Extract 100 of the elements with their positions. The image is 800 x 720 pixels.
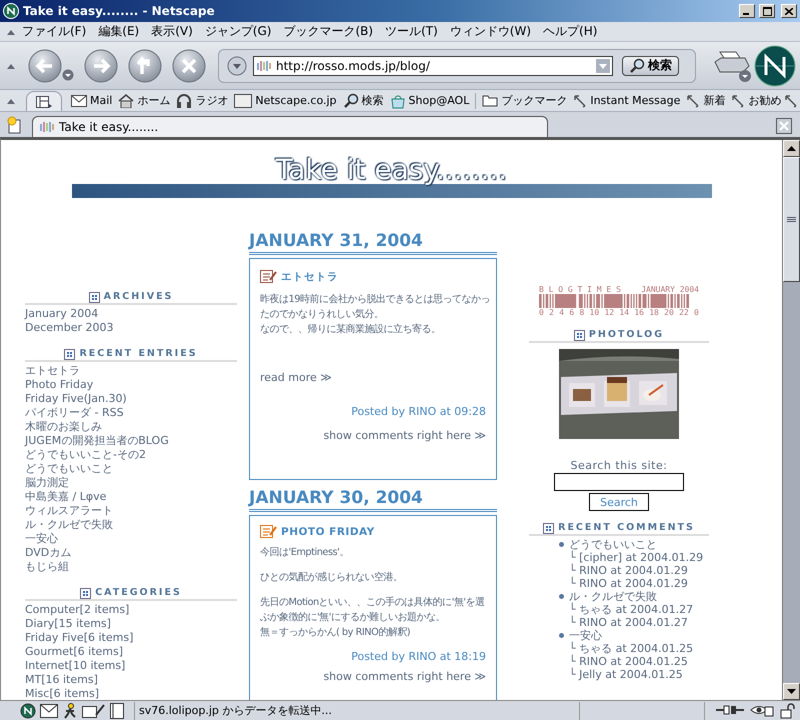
minimize-button[interactable] [739, 4, 755, 18]
compose-icon[interactable] [82, 702, 106, 718]
bookmark-link[interactable]: ホーム [115, 93, 174, 108]
sidebar-link[interactable]: パイボリーダ - RSS [11, 406, 237, 420]
menu-item[interactable]: 表示(V) [145, 23, 199, 40]
search-field[interactable] [554, 473, 684, 491]
comment-entry-link[interactable]: ル・クルゼで失敗 [569, 590, 657, 603]
menu-item[interactable]: ツール(T) [379, 23, 444, 40]
tick-label: 22 [679, 308, 689, 317]
section-icon [574, 330, 585, 340]
logo-icon[interactable] [754, 44, 796, 86]
grip-icon [787, 216, 796, 222]
bookmark-link[interactable]: Netscape.co.jp [231, 94, 340, 108]
bookmark-link[interactable]: 新着 [683, 93, 728, 108]
sidebar-link[interactable]: Friday Five[6 items] [11, 631, 237, 645]
sidebar-link[interactable]: Misc[6 items] [11, 687, 237, 700]
menu-item[interactable]: ブックマーク(B) [277, 23, 380, 40]
dropdown-icon[interactable] [62, 68, 74, 80]
read-more-link[interactable]: read more ≫ [260, 371, 486, 385]
sidebar-link[interactable]: December 2003 [11, 321, 237, 335]
search-icon [629, 58, 645, 74]
comment-link[interactable]: └ [cipher] at 2004.01.29 [569, 551, 704, 564]
sidebar-link[interactable]: Gourmet[6 items] [11, 645, 237, 659]
sidebar-link[interactable]: エトセトラ [11, 364, 237, 378]
comment-entry-link[interactable]: 一安心 [569, 629, 602, 642]
scroll-down-button[interactable] [783, 683, 800, 700]
bookmark-link[interactable]: Shop@AOL [386, 92, 472, 108]
sidebar-link[interactable]: 木曜のお楽しみ [11, 420, 237, 434]
search-label: Search this site: [570, 459, 668, 472]
sidebar-link[interactable]: Friday Five(Jan.30) [11, 392, 237, 406]
tick-label: 12 [604, 308, 614, 317]
comment-link[interactable]: └ RINO at 2004.01.29 [569, 564, 688, 577]
menu-item[interactable]: 編集(E) [92, 23, 146, 40]
search-button[interactable]: Search [589, 493, 649, 511]
scrollbar[interactable] [782, 140, 800, 700]
sidebar-link[interactable]: MT[16 items] [11, 673, 237, 687]
sidebar-link[interactable]: January 2004 [11, 307, 237, 321]
menu-item[interactable]: ヘルプ(H) [537, 23, 604, 40]
history-dropdown-button[interactable] [227, 56, 247, 76]
sidebar-link[interactable]: どうでもいいこと-その2 [11, 448, 237, 462]
post-paragraph: 昨夜は19時前に会社から脱出できるとは思ってなかったのでかなりうれしい気分。 なので、、帰りに某商業施設に立ち寄る。 [260, 292, 490, 337]
sidebar-link[interactable]: Diary[15 items] [11, 617, 237, 631]
bookmark-link[interactable]: Mail [68, 94, 116, 107]
close-button[interactable] [781, 4, 797, 18]
bookmark-link[interactable]: お勧め [728, 93, 784, 108]
comment-link[interactable]: └ RINO at 2004.01.25 [569, 655, 688, 668]
search-button[interactable]: 検索 [622, 56, 679, 76]
sidebar-link[interactable]: Photo Friday [11, 378, 237, 392]
tick-label: 6 [569, 308, 574, 317]
forward-button[interactable] [84, 48, 118, 82]
bookmark-link[interactable]: 検索 [340, 92, 387, 108]
scroll-thumb[interactable] [783, 157, 800, 282]
comment-link[interactable]: └ RINO at 2004.01.29 [569, 577, 688, 590]
sidebar-link[interactable]: ウィルスアラート [11, 504, 237, 518]
maximize-button[interactable] [759, 4, 775, 18]
toolbar-grip-icon[interactable] [6, 28, 16, 36]
sidebar-link[interactable]: DVDカム [11, 546, 237, 560]
sidebar-link[interactable]: どうでもいいこと [11, 462, 237, 476]
running-man-icon[interactable] [62, 702, 78, 718]
toolbar-grip-icon[interactable] [6, 62, 16, 70]
comment-link[interactable]: └ ちゃる at 2004.01.27 [569, 603, 694, 616]
browser-tab[interactable]: Take it easy........ [32, 116, 548, 137]
scroll-up-button[interactable] [783, 140, 800, 157]
post-title[interactable]: PHOTO FRIDAY [281, 526, 375, 538]
section-icon [543, 522, 554, 534]
sidebar-link[interactable]: 一安心 [11, 532, 237, 546]
menu-item[interactable]: ファイル(F) [16, 23, 92, 40]
sidebar-link[interactable]: JUGEMの開発担当者のBLOG [11, 434, 237, 448]
sidebar-link[interactable]: 脳力測定 [11, 476, 237, 490]
app-icon[interactable] [20, 702, 36, 718]
comments-link[interactable]: show comments right here ≫ [260, 670, 486, 684]
sidebar-link[interactable]: 中島美嘉 / Lφve [11, 490, 237, 504]
envelope-icon[interactable] [40, 704, 58, 718]
bookmark-link[interactable]: Instant Message [570, 94, 684, 108]
bookmark-link[interactable]: ブックマーク [479, 93, 570, 108]
blog-title[interactable]: Take it easy........ [276, 152, 508, 198]
menu-item[interactable]: ウィンドウ(W) [444, 23, 538, 40]
date-heading: JANUARY 30, 2004 [249, 487, 497, 512]
comment-link[interactable]: └ RINO at 2004.01.27 [569, 616, 688, 629]
sidebar-toggle-button[interactable] [26, 91, 62, 111]
sidebar-link[interactable]: Internet[10 items] [11, 659, 237, 673]
back-button[interactable] [28, 48, 62, 82]
comment-link[interactable]: └ Jelly at 2004.01.25 [569, 668, 683, 681]
comment-link[interactable]: └ ちゃる at 2004.01.25 [569, 642, 694, 655]
reload-button[interactable] [128, 48, 162, 82]
toolbar-grip-icon[interactable] [6, 96, 16, 104]
close-tab-button[interactable] [776, 118, 792, 134]
comment-entry-link[interactable]: どうでもいいこと [569, 538, 657, 551]
sidebar-link[interactable]: もじら組 [11, 560, 237, 574]
url-field[interactable]: http://rosso.mods.jp/blog/ [253, 56, 613, 76]
sidebar-link[interactable]: Computer[2 items] [11, 603, 237, 617]
bookmark-link[interactable]: ラジオ [173, 93, 232, 108]
post-title[interactable]: エトセトラ [281, 270, 338, 284]
sidebar-link[interactable]: ル・クルゼで失敗 [11, 518, 237, 532]
comments-link[interactable]: show comments right here ≫ [260, 429, 486, 443]
shopping-bag-icon [390, 92, 406, 108]
menu-item[interactable]: ジャンプ(G) [198, 23, 278, 40]
search-icon [342, 92, 359, 108]
stop-button[interactable] [172, 48, 206, 82]
notepad-icon[interactable] [110, 702, 124, 718]
